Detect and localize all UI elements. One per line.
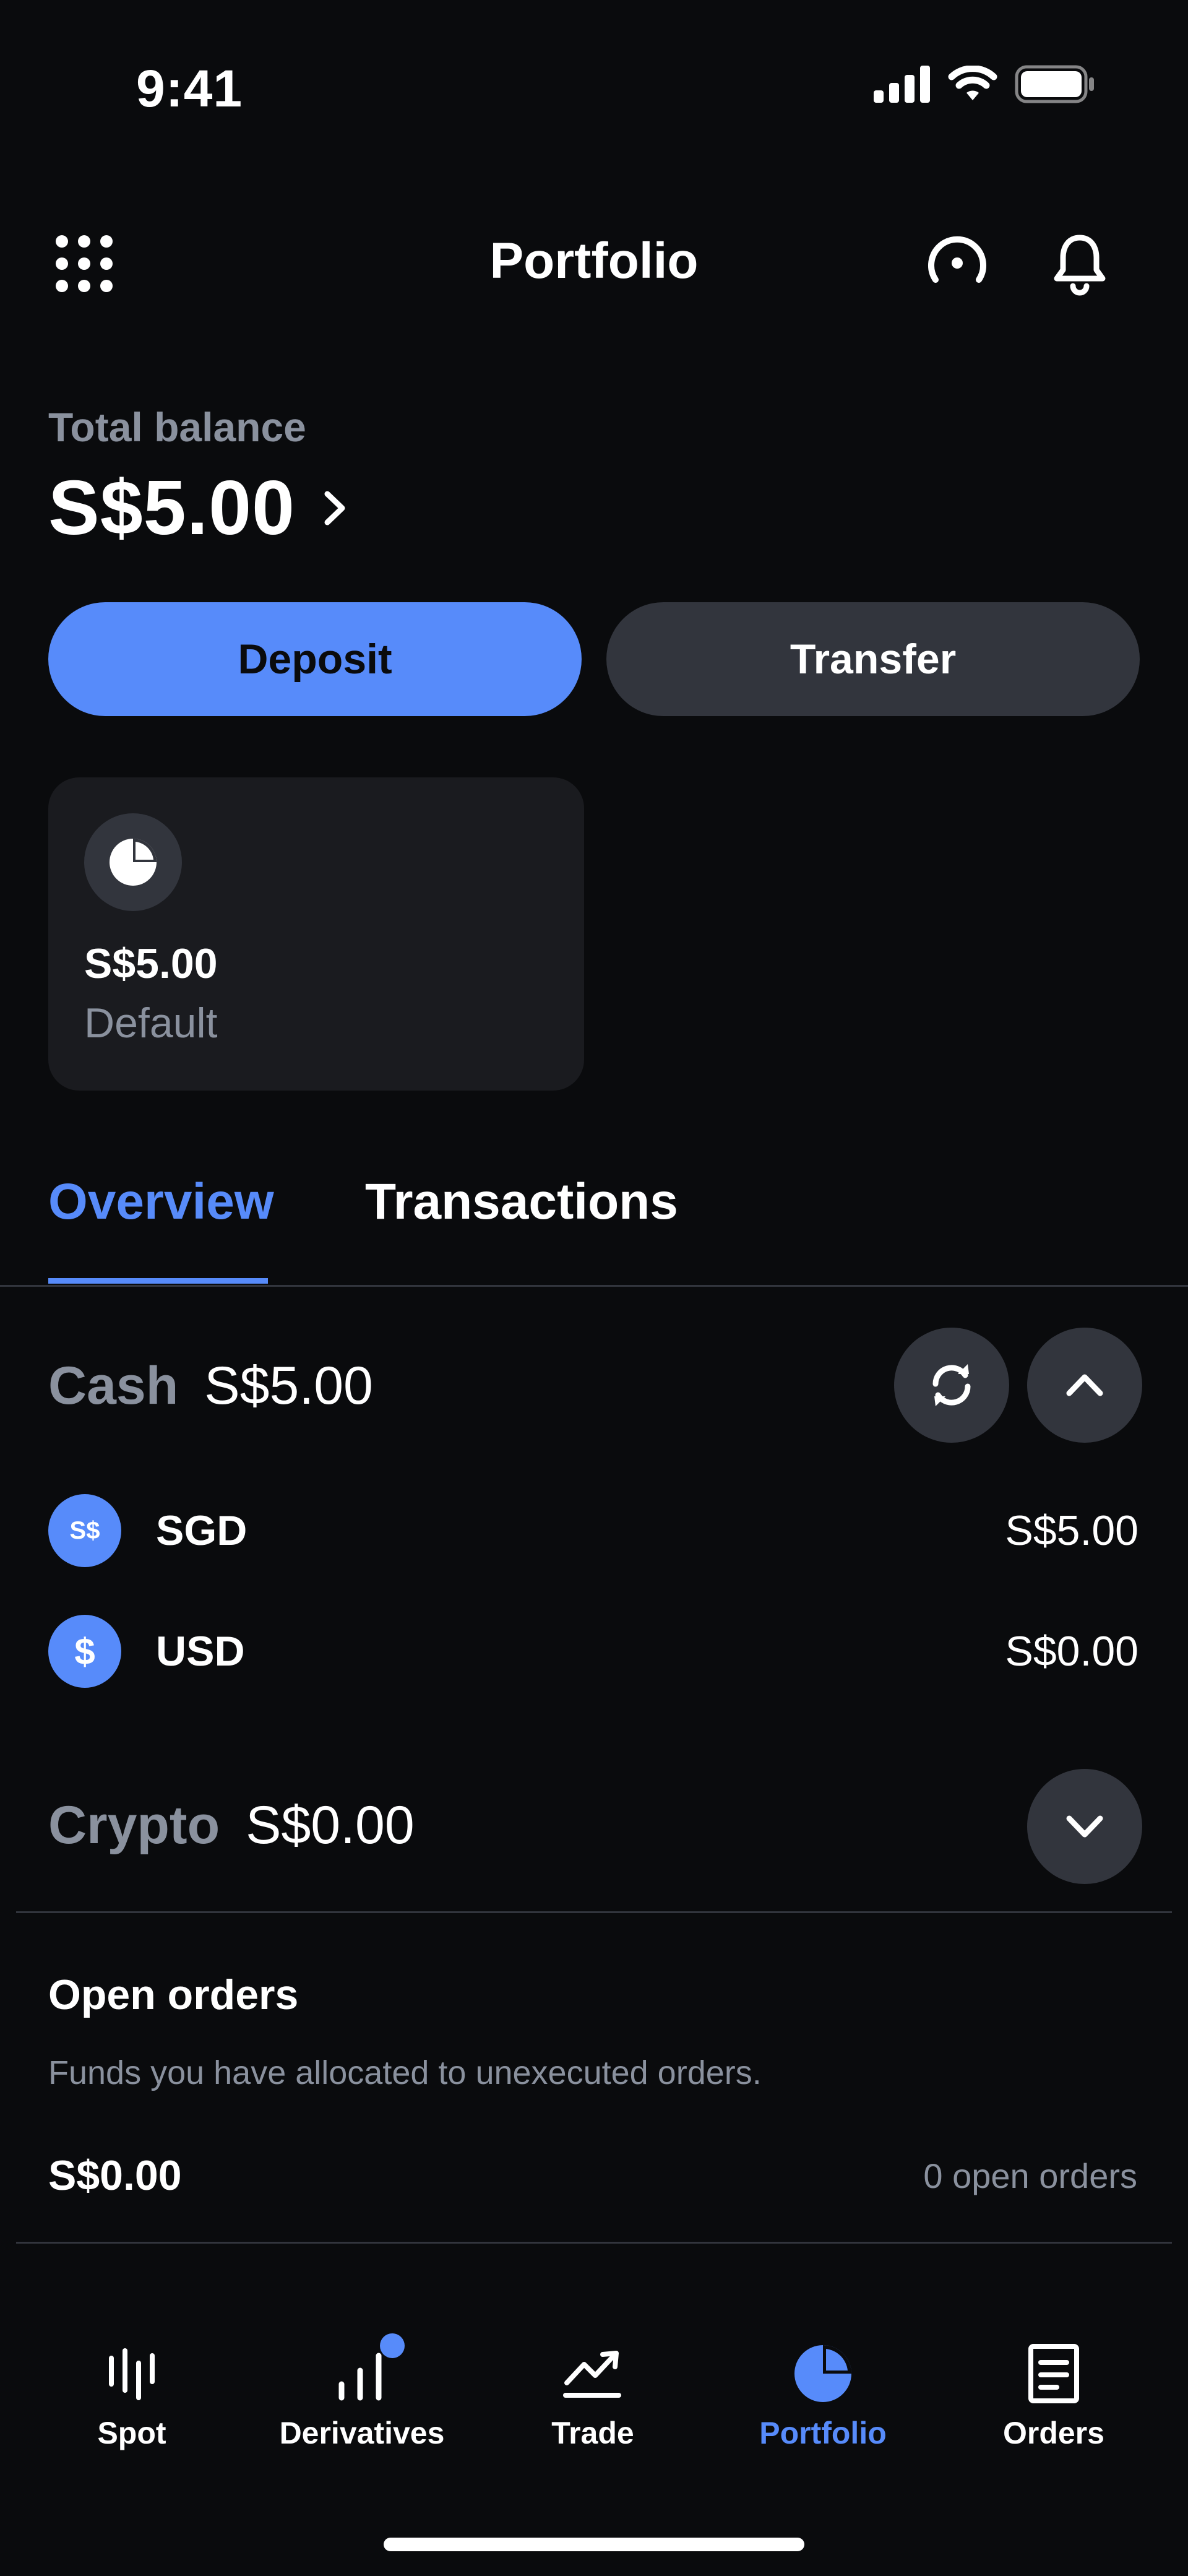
- transfer-button[interactable]: Transfer: [606, 602, 1140, 716]
- total-balance-value: S$5.00: [48, 465, 296, 551]
- notifications-bell-icon[interactable]: [1046, 229, 1114, 297]
- total-balance-label: Total balance: [48, 404, 306, 450]
- open-orders-description: Funds you have allocated to unexecuted o…: [48, 2054, 762, 2091]
- open-orders-count[interactable]: 0 open orders: [923, 2156, 1137, 2196]
- nav-derivatives[interactable]: Derivatives: [251, 2333, 473, 2451]
- collapse-cash-button[interactable]: [1027, 1328, 1142, 1443]
- orders-icon: [1020, 2340, 1088, 2408]
- tab-overview[interactable]: Overview: [48, 1173, 274, 1231]
- divider: [16, 2242, 1172, 2244]
- crypto-total: S$0.00: [246, 1796, 415, 1855]
- default-portfolio-card[interactable]: S$5.00 Default: [48, 777, 584, 1091]
- asset-row-usd[interactable]: $ USD S$0.00: [48, 1614, 1138, 1688]
- asset-value: S$0.00: [1005, 1628, 1138, 1675]
- nav-label: Trade: [551, 2416, 634, 2450]
- active-tab-indicator: [48, 1278, 268, 1284]
- portfolio-pie-icon: [84, 813, 182, 911]
- open-orders-title: Open orders: [48, 1971, 299, 2018]
- open-orders-amount: S$0.00: [48, 2152, 182, 2199]
- deposit-button[interactable]: Deposit: [48, 602, 582, 716]
- card-label: Default: [84, 1000, 218, 1047]
- convert-refresh-button[interactable]: [894, 1328, 1009, 1443]
- status-time: 9:41: [136, 59, 243, 118]
- chevron-down-icon: [1066, 1815, 1103, 1838]
- nav-spot[interactable]: Spot: [20, 2340, 243, 2451]
- expand-crypto-button[interactable]: [1027, 1769, 1142, 1884]
- notification-dot: [380, 2333, 405, 2358]
- crypto-section-header: Crypto S$0.00: [48, 1795, 415, 1856]
- asset-name: USD: [156, 1628, 245, 1675]
- cash-title: Cash: [48, 1356, 179, 1416]
- divider: [16, 1911, 1172, 1913]
- battery-icon: [1015, 65, 1094, 103]
- chevron-up-icon: [1066, 1374, 1103, 1396]
- nav-trade[interactable]: Trade: [481, 2340, 704, 2451]
- nav-label: Spot: [97, 2416, 166, 2450]
- asset-value: S$5.00: [1005, 1507, 1138, 1554]
- crypto-title: Crypto: [48, 1796, 220, 1855]
- wifi-icon: [948, 66, 997, 100]
- total-balance-link[interactable]: S$5.00: [48, 464, 351, 552]
- derivatives-icon: [328, 2333, 405, 2408]
- refresh-icon: [932, 1364, 971, 1406]
- home-indicator[interactable]: [384, 2538, 804, 2551]
- dashboard-icon[interactable]: [923, 229, 991, 297]
- bottom-navigation: Spot Derivatives Trade Portfolio Orders: [0, 2290, 1188, 2576]
- nav-portfolio[interactable]: Portfolio: [712, 2340, 934, 2451]
- page-title: Portfolio: [489, 233, 699, 289]
- cash-total: S$5.00: [204, 1356, 373, 1416]
- tab-transactions[interactable]: Transactions: [365, 1173, 678, 1231]
- signal-icon: [874, 66, 930, 103]
- asset-name: SGD: [156, 1507, 248, 1554]
- divider: [0, 1285, 1188, 1287]
- portfolio-icon: [789, 2340, 857, 2408]
- trade-icon: [559, 2340, 627, 2408]
- nav-orders[interactable]: Orders: [942, 2340, 1165, 2451]
- nav-label: Derivatives: [279, 2416, 445, 2450]
- asset-row-sgd[interactable]: S$ SGD S$5.00: [48, 1493, 1138, 1568]
- usd-currency-icon: $: [48, 1615, 121, 1688]
- nav-label: Orders: [1003, 2416, 1104, 2450]
- cash-section-header: Cash S$5.00: [48, 1355, 373, 1417]
- status-icons: [874, 65, 1095, 103]
- chevron-right-icon: [324, 491, 345, 525]
- nav-label: Portfolio: [759, 2416, 887, 2450]
- spot-icon: [98, 2340, 166, 2408]
- card-amount: S$5.00: [84, 940, 218, 987]
- sgd-currency-icon: S$: [48, 1494, 121, 1567]
